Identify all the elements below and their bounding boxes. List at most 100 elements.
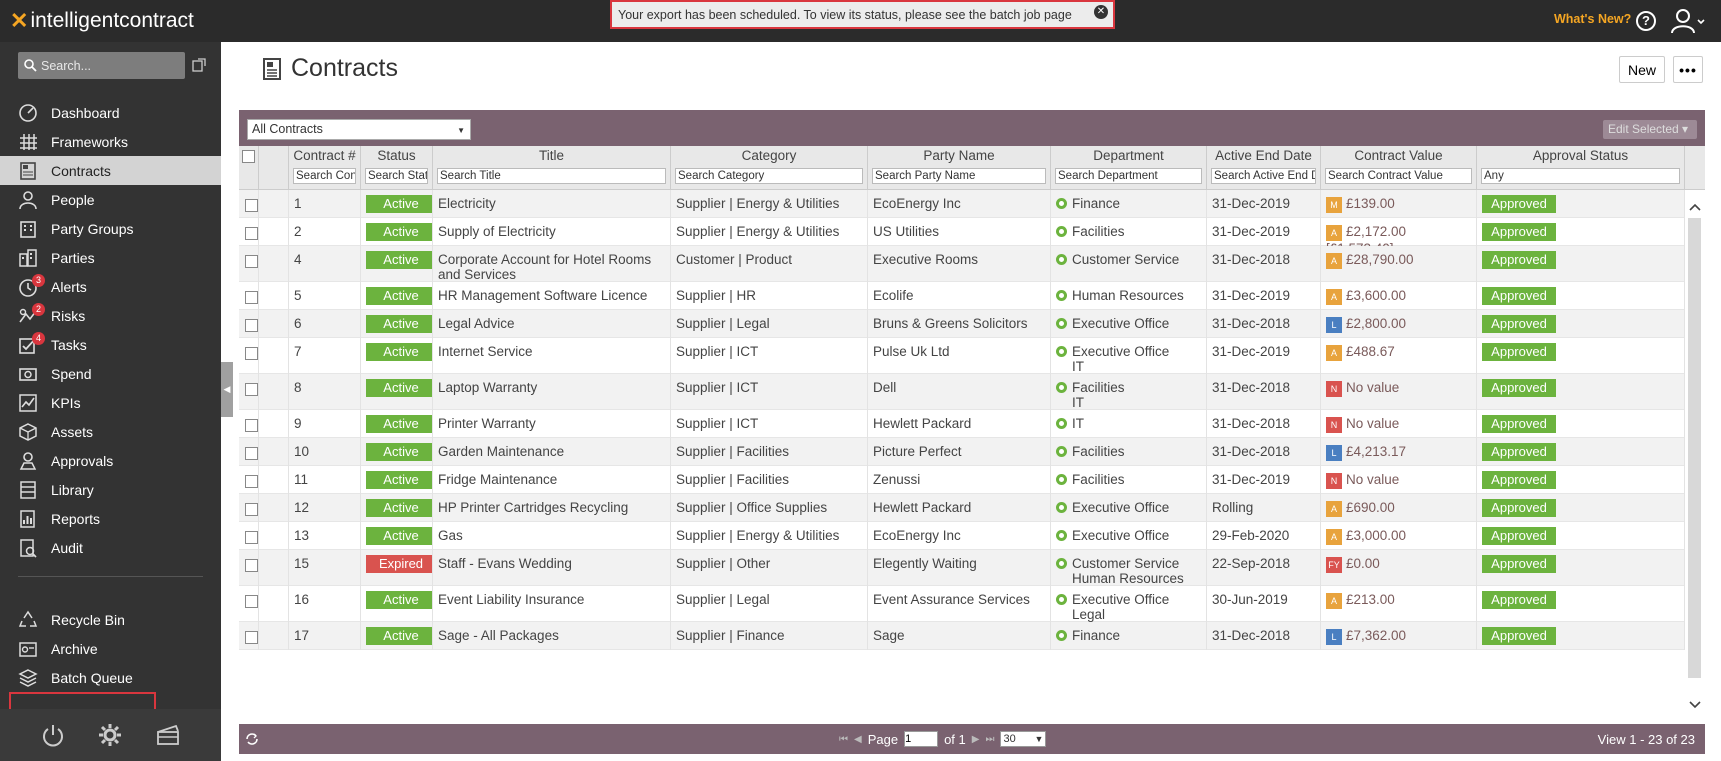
- row-checkbox[interactable]: [245, 531, 258, 544]
- sidebar-item-frameworks[interactable]: Frameworks: [0, 127, 221, 156]
- contract-title[interactable]: Garden Maintenance: [438, 444, 564, 459]
- power-icon[interactable]: [40, 722, 66, 748]
- first-page-icon[interactable]: ⏮: [839, 734, 848, 745]
- row-checkbox[interactable]: [245, 595, 258, 608]
- close-icon[interactable]: ✕: [1094, 5, 1108, 19]
- column-filter-input[interactable]: [365, 168, 428, 184]
- page-number-input[interactable]: [904, 731, 939, 747]
- column-header-title[interactable]: Title: [433, 146, 671, 190]
- vertical-scrollbar[interactable]: [1685, 190, 1705, 724]
- table-row[interactable]: 17 Active Sage - All Packages Supplier | Fi…: [239, 622, 1685, 650]
- contract-number[interactable]: 17: [294, 628, 309, 643]
- table-row[interactable]: 1 Active Electricity Supplier | Energy & Ut…: [239, 190, 1685, 218]
- contract-title[interactable]: Legal Advice: [438, 316, 515, 331]
- sidebar-item-contracts[interactable]: Contracts: [0, 156, 221, 185]
- edit-selected-button[interactable]: Edit Selected ▾: [1603, 120, 1697, 139]
- column-filter-input[interactable]: [872, 168, 1046, 184]
- contract-number[interactable]: 2: [294, 224, 302, 239]
- table-row[interactable]: 9 Active Printer Warranty Supplier | ICT Hew…: [239, 410, 1685, 438]
- contract-number[interactable]: 16: [294, 592, 309, 607]
- sidebar-item-dashboard[interactable]: Dashboard: [0, 98, 221, 127]
- ticket-icon[interactable]: [155, 722, 181, 748]
- contract-number[interactable]: 12: [294, 500, 309, 515]
- contract-number[interactable]: 5: [294, 288, 302, 303]
- table-row[interactable]: 5 Active HR Management Software Licence Sup…: [239, 282, 1685, 310]
- more-actions-button[interactable]: •••: [1673, 56, 1703, 83]
- row-checkbox[interactable]: [245, 255, 258, 268]
- contract-number[interactable]: 9: [294, 416, 302, 431]
- contract-title[interactable]: Gas: [438, 528, 463, 543]
- sidebar-item-assets[interactable]: Assets: [0, 417, 221, 446]
- sidebar-item-party-groups[interactable]: Party Groups: [0, 214, 221, 243]
- sidebar-item-parties[interactable]: Parties: [0, 243, 221, 272]
- new-contract-button[interactable]: New: [1619, 56, 1665, 83]
- table-row[interactable]: 8 Active Laptop Warranty Supplier | ICT Dell…: [239, 374, 1685, 410]
- app-logo[interactable]: ✕ intelligentcontract: [10, 8, 194, 34]
- row-checkbox[interactable]: [245, 347, 258, 360]
- sidebar-item-risks[interactable]: 2 Risks: [0, 301, 221, 330]
- row-checkbox[interactable]: [245, 419, 258, 432]
- contract-title[interactable]: Printer Warranty: [438, 416, 536, 431]
- contract-title[interactable]: Corporate Account for Hotel Rooms and Se…: [438, 252, 651, 282]
- scroll-down-icon[interactable]: [1687, 698, 1703, 712]
- contract-title[interactable]: Sage - All Packages: [438, 628, 559, 643]
- table-row[interactable]: 13 Active Gas Supplier | Energy & Utilities…: [239, 522, 1685, 550]
- table-row[interactable]: 6 Active Legal Advice Supplier | Legal Bruns…: [239, 310, 1685, 338]
- row-checkbox[interactable]: [245, 291, 258, 304]
- next-page-icon[interactable]: ▶: [972, 734, 980, 745]
- table-row[interactable]: 12 Active HP Printer Cartridges Recycling S…: [239, 494, 1685, 522]
- whats-new-link[interactable]: What's New?: [1554, 12, 1631, 26]
- table-row[interactable]: 11 Active Fridge Maintenance Supplier | Fac…: [239, 466, 1685, 494]
- contract-number[interactable]: 4: [294, 252, 302, 267]
- scroll-up-icon[interactable]: [1687, 200, 1703, 214]
- contract-number[interactable]: 13: [294, 528, 309, 543]
- table-row[interactable]: 4 Active Corporate Account for Hotel Rooms…: [239, 246, 1685, 282]
- column-header-department[interactable]: Department: [1051, 146, 1207, 190]
- contract-title[interactable]: Staff - Evans Wedding: [438, 556, 572, 571]
- contract-title[interactable]: HR Management Software Licence: [438, 288, 647, 303]
- gear-icon[interactable]: [97, 722, 123, 748]
- prev-page-icon[interactable]: ◀: [854, 734, 862, 745]
- column-filter-input[interactable]: [293, 168, 356, 184]
- sidebar-item-recycle-bin[interactable]: Recycle Bin: [0, 605, 221, 634]
- sidebar-collapse-handle[interactable]: ◀: [221, 362, 233, 417]
- row-checkbox[interactable]: [245, 503, 258, 516]
- sidebar-item-archive[interactable]: Archive: [0, 634, 221, 663]
- help-icon[interactable]: ?: [1636, 11, 1656, 31]
- refresh-icon[interactable]: [245, 732, 259, 746]
- table-row[interactable]: 15 Expired Staff - Evans Wedding Supplier |…: [239, 550, 1685, 586]
- column-header-status[interactable]: Status: [361, 146, 433, 190]
- row-checkbox[interactable]: [245, 447, 258, 460]
- sidebar-item-library[interactable]: Library: [0, 475, 221, 504]
- last-page-icon[interactable]: ⏭: [985, 734, 994, 745]
- table-row[interactable]: 2 Active Supply of Electricity Supplier | E…: [239, 218, 1685, 246]
- sidebar-item-tasks[interactable]: 4 Tasks: [0, 330, 221, 359]
- column-filter-input[interactable]: [1055, 168, 1202, 184]
- sidebar-item-approvals[interactable]: Approvals: [0, 446, 221, 475]
- sidebar-item-alerts[interactable]: 3 Alerts: [0, 272, 221, 301]
- contract-title[interactable]: Laptop Warranty: [438, 380, 537, 395]
- contract-title[interactable]: Electricity: [438, 196, 496, 211]
- contract-number[interactable]: 11: [294, 472, 308, 487]
- open-new-icon[interactable]: [192, 58, 206, 72]
- contract-number[interactable]: 1: [294, 196, 302, 211]
- column-header-contract[interactable]: Contract #: [289, 146, 361, 190]
- row-checkbox[interactable]: [245, 631, 258, 644]
- table-row[interactable]: 7 Active Internet Service Supplier | ICT Pul…: [239, 338, 1685, 374]
- row-checkbox[interactable]: [245, 319, 258, 332]
- sidebar-item-kpis[interactable]: KPIs: [0, 388, 221, 417]
- scrollbar-thumb[interactable]: [1688, 218, 1701, 678]
- row-checkbox[interactable]: [245, 383, 258, 396]
- row-checkbox[interactable]: [245, 475, 258, 488]
- contract-title[interactable]: Supply of Electricity: [438, 224, 556, 239]
- sidebar-item-reports[interactable]: Reports: [0, 504, 221, 533]
- contract-title[interactable]: HP Printer Cartridges Recycling: [438, 500, 628, 515]
- user-menu-icon[interactable]: [1670, 8, 1706, 34]
- column-header-party-name[interactable]: Party Name: [868, 146, 1051, 190]
- contract-title[interactable]: Event Liability Insurance: [438, 592, 584, 607]
- column-header-active-end-date[interactable]: Active End Date: [1207, 146, 1321, 190]
- row-checkbox[interactable]: [245, 559, 258, 572]
- sidebar-item-batch-queue[interactable]: Batch Queue: [0, 663, 221, 692]
- contract-number[interactable]: 8: [294, 380, 302, 395]
- contract-title[interactable]: Fridge Maintenance: [438, 472, 557, 487]
